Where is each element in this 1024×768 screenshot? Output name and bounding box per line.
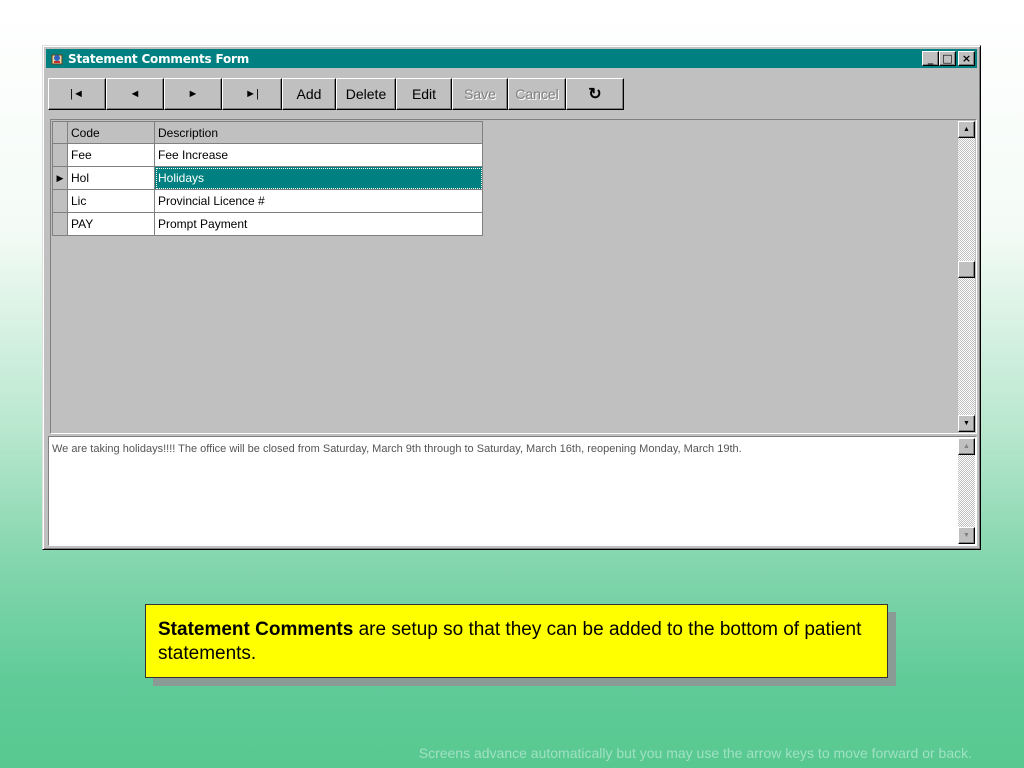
column-header-description[interactable]: Description [154, 121, 483, 144]
table-row[interactable]: PAY Prompt Payment [52, 212, 483, 236]
refresh-button[interactable]: ↻ [566, 78, 624, 110]
cancel-button[interactable]: Cancel [508, 78, 566, 110]
cell-description[interactable]: Provincial Licence # [154, 189, 483, 213]
comments-grid: Code Description Fee Fee Increase ▶ Hol Holi… [50, 119, 977, 434]
close-button[interactable]: × [958, 51, 975, 66]
title-bar[interactable]: Statement Comments Form _ □ × [46, 49, 977, 68]
maximize-button[interactable]: □ [939, 51, 956, 66]
header-indicator-cell [52, 121, 68, 144]
info-callout: Statement Comments are setup so that the… [145, 604, 888, 678]
row-indicator-cell[interactable] [52, 189, 68, 213]
scroll-thumb[interactable] [958, 261, 975, 278]
scroll-down-button[interactable]: ▼ [958, 415, 975, 432]
memo-vertical-scrollbar[interactable]: ▲ ▼ [958, 438, 975, 544]
grid-vertical-scrollbar[interactable]: ▲ ▼ [958, 121, 975, 432]
last-record-button[interactable]: ►| [222, 78, 282, 110]
cell-code[interactable]: Fee [67, 143, 155, 167]
memo-scroll-up-button[interactable]: ▲ [958, 438, 975, 455]
table-row[interactable]: Lic Provincial Licence # [52, 189, 483, 213]
comments-table: Code Description Fee Fee Increase ▶ Hol Holi… [52, 121, 483, 236]
next-record-button[interactable]: ► [164, 78, 222, 110]
first-record-button[interactable]: |◄ [48, 78, 106, 110]
footer-hint: Screens advance automatically but you ma… [418, 745, 972, 761]
current-row-indicator-icon[interactable]: ▶ [52, 166, 68, 190]
memo-scroll-down-button[interactable]: ▼ [958, 527, 975, 544]
navigator-toolbar: |◄ ◄ ► ►| Add Delete Edit Save Cancel ↻ [48, 78, 624, 110]
edit-button[interactable]: Edit [396, 78, 452, 110]
statement-comments-window: Statement Comments Form _ □ × |◄ ◄ ► ►| … [42, 45, 981, 550]
memo-text[interactable]: We are taking holidays!!!! The office wi… [52, 443, 954, 455]
row-indicator-cell[interactable] [52, 143, 68, 167]
cell-description[interactable]: Holidays [154, 166, 483, 190]
table-row[interactable]: Fee Fee Increase [52, 143, 483, 167]
cell-code[interactable]: Lic [67, 189, 155, 213]
column-header-code[interactable]: Code [67, 121, 155, 144]
save-button[interactable]: Save [452, 78, 508, 110]
table-row[interactable]: ▶ Hol Holidays [52, 166, 483, 190]
table-header-row: Code Description [52, 121, 483, 144]
cell-description[interactable]: Prompt Payment [154, 212, 483, 236]
minimize-button[interactable]: _ [922, 51, 939, 66]
window-controls: _ □ × [922, 51, 975, 66]
scroll-up-button[interactable]: ▲ [958, 121, 975, 138]
callout-bold-text: Statement Comments [158, 619, 354, 640]
row-indicator-cell[interactable] [52, 212, 68, 236]
prev-record-button[interactable]: ◄ [106, 78, 164, 110]
refresh-icon: ↻ [588, 86, 602, 103]
comment-memo[interactable]: We are taking holidays!!!! The office wi… [48, 436, 977, 546]
add-button[interactable]: Add [282, 78, 336, 110]
cell-code[interactable]: PAY [67, 212, 155, 236]
cell-code[interactable]: Hol [67, 166, 155, 190]
app-icon [49, 51, 65, 67]
window-title: Statement Comments Form [68, 51, 250, 66]
cell-description[interactable]: Fee Increase [154, 143, 483, 167]
delete-button[interactable]: Delete [336, 78, 396, 110]
